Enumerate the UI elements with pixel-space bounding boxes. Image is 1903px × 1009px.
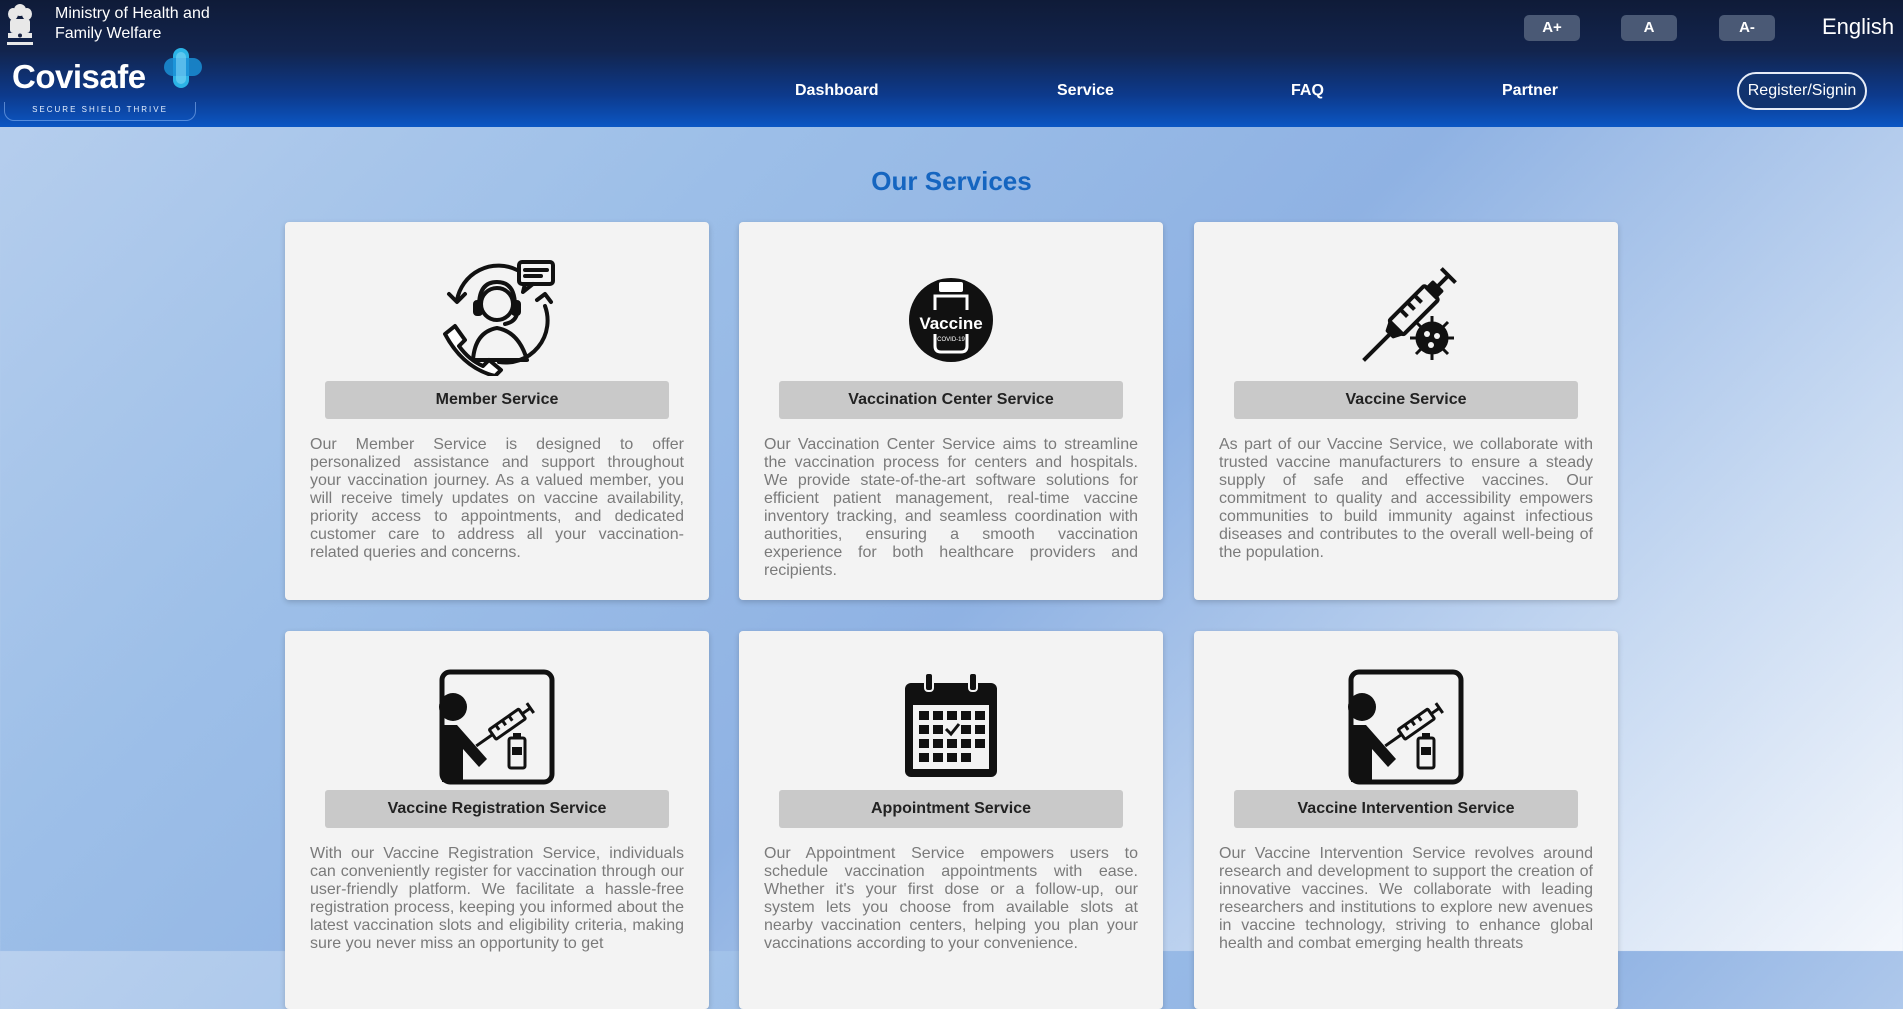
service-card-vaccine-registration: Vaccine Registration Service With our Va… — [285, 631, 709, 1009]
shield-mark-icon — [164, 48, 202, 88]
vial-sublabel: COVID-19 — [937, 337, 965, 343]
national-emblem-icon — [7, 4, 33, 45]
service-card-vaccination-center: Vaccine COVID-19 Vaccination Center Serv… — [739, 222, 1163, 600]
nav-partner[interactable]: Partner — [1502, 82, 1558, 100]
vaccine-intervention-service-description: Our Vaccine Intervention Service revolve… — [1219, 845, 1593, 952]
vaccination-center-service-description: Our Vaccination Center Service aims to s… — [764, 436, 1138, 579]
nav-faq[interactable]: FAQ — [1291, 82, 1324, 100]
vaccine-registration-service-description: With our Vaccine Registration Service, i… — [310, 845, 684, 952]
logo-tagline: SECURE SHIELD THRIVE — [4, 102, 196, 121]
calendar-icon — [905, 672, 997, 777]
vaccination-center-service-button[interactable]: Vaccination Center Service — [779, 381, 1123, 419]
vaccine-service-button[interactable]: Vaccine Service — [1234, 381, 1578, 419]
font-increase-button[interactable]: A+ — [1524, 15, 1580, 41]
section-title: Our Services — [871, 166, 1032, 196]
nav-dashboard[interactable]: Dashboard — [795, 82, 879, 100]
font-reset-button[interactable]: A — [1621, 15, 1677, 41]
customer-support-icon — [443, 260, 555, 376]
service-card-appointment: Appointment Service Our Appointment Serv… — [739, 631, 1163, 1009]
nav-service[interactable]: Service — [1057, 82, 1114, 100]
language-selector[interactable]: English — [1822, 14, 1894, 40]
appointment-service-description: Our Appointment Service empowers users t… — [764, 845, 1138, 952]
vaccine-registration-icon — [439, 669, 555, 785]
service-card-vaccine: Vaccine Service As part of our Vaccine S… — [1194, 222, 1618, 600]
register-signin-button[interactable]: Register/Signin — [1737, 72, 1867, 110]
appointment-service-button[interactable]: Appointment Service — [779, 790, 1123, 828]
ministry-name: Ministry of Health and Family Welfare — [55, 5, 210, 42]
vaccine-vial-icon: Vaccine COVID-19 — [909, 278, 993, 362]
font-decrease-button[interactable]: A- — [1719, 15, 1775, 41]
covisafe-logo[interactable]: Covisafe SECURE SHIELD THRIVE — [4, 48, 202, 122]
vaccine-registration-service-button[interactable]: Vaccine Registration Service — [325, 790, 669, 828]
vaccine-intervention-service-button[interactable]: Vaccine Intervention Service — [1234, 790, 1578, 828]
vaccine-service-description: As part of our Vaccine Service, we colla… — [1219, 436, 1593, 561]
service-card-vaccine-intervention: Vaccine Intervention Service Our Vaccine… — [1194, 631, 1618, 1009]
logo-text: Covisafe — [12, 58, 146, 95]
service-card-member: Member Service Our Member Service is des… — [285, 222, 709, 600]
member-service-description: Our Member Service is designed to offer … — [310, 436, 684, 561]
vaccine-intervention-icon — [1348, 669, 1464, 785]
top-header: Ministry of Health and Family Welfare Co… — [0, 0, 1903, 127]
syringe-virus-icon — [1362, 267, 1457, 362]
vial-label: Vaccine — [919, 314, 982, 333]
member-service-button[interactable]: Member Service — [325, 381, 669, 419]
